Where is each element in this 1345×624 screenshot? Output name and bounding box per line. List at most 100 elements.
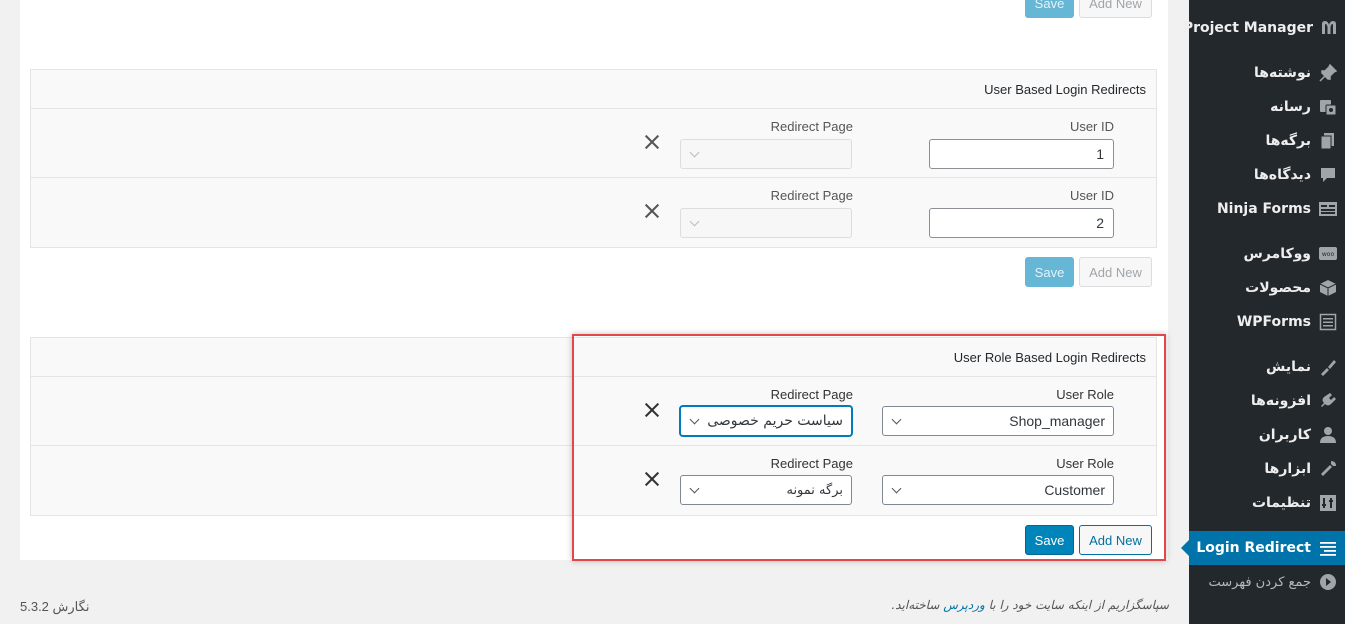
user-role-select[interactable]: Shop_manager	[882, 406, 1114, 436]
ninja-forms-icon	[1317, 198, 1339, 220]
footer-thanks: سپاسگزاریم از اینکه سایت خود را با وردپر…	[891, 598, 1169, 612]
redirect-page-select[interactable]: برگه نمونه	[680, 475, 852, 505]
sidebar-item-wpforms[interactable]: WPForms	[1189, 305, 1345, 339]
pages-icon	[1317, 130, 1339, 152]
remove-row-icon[interactable]	[643, 401, 661, 419]
sidebar-item-ninja-forms[interactable]: Ninja Forms	[1189, 192, 1345, 226]
sidebar-item-project-manager[interactable]: Project Manager	[1183, 11, 1345, 45]
current-menu-indicator	[1181, 540, 1189, 556]
project-manager-icon	[1319, 17, 1339, 39]
user-id-label: User ID	[1069, 119, 1114, 134]
sidebar-item-label: دیدگاه‌ها	[1253, 167, 1311, 183]
sidebar-item-label: افزونه‌ها	[1250, 393, 1311, 409]
sidebar-item-label: Project Manager	[1182, 20, 1313, 36]
sidebar-item-label: ابزارها	[1264, 461, 1311, 477]
sidebar-item-label: ووکامرس	[1243, 246, 1312, 262]
user-id-input[interactable]: 1	[929, 139, 1114, 169]
sidebar-item-label: Ninja Forms	[1216, 201, 1311, 217]
comments-icon	[1317, 164, 1339, 186]
wp-version: نگارش 5.3.2	[20, 599, 90, 614]
sidebar-item-products[interactable]: محصولات	[1189, 271, 1345, 305]
chevron-down-icon	[891, 483, 902, 493]
collapse-icon	[1317, 571, 1339, 593]
top-add-new-button[interactable]: Add New	[1079, 0, 1152, 18]
products-icon	[1317, 277, 1339, 299]
user-role-value: Customer	[1044, 482, 1105, 498]
user-redirect-row: User ID 1 Redirect Page	[31, 109, 1156, 178]
sidebar-item-label: نمایش	[1266, 359, 1311, 375]
media-icon	[1317, 96, 1339, 118]
redirect-page-select[interactable]: سیاست حریم خصوصی	[680, 406, 852, 436]
section-title: User Role Based Login Redirects	[31, 338, 1156, 377]
role-redirect-row: User Role Shop_manager Redirect Page سیا…	[31, 377, 1156, 446]
user-role-label: User Role	[1056, 456, 1114, 471]
sidebar-item-login-redirect[interactable]: Login Redirect	[1181, 531, 1345, 565]
sidebar-item-label: نوشته‌ها	[1254, 65, 1311, 81]
redirect-page-select[interactable]	[680, 139, 852, 169]
chevron-down-icon	[891, 414, 902, 424]
redirect-page-label: Redirect Page	[770, 119, 853, 134]
chevron-down-icon	[689, 414, 700, 424]
sidebar-item-label: برگه‌ها	[1265, 133, 1311, 149]
sidebar-item-plugins[interactable]: افزونه‌ها	[1189, 384, 1345, 418]
redirect-page-select[interactable]	[680, 208, 852, 238]
login-redirect-icon	[1317, 537, 1339, 559]
sidebar-item-collapse-menu[interactable]: جمع کردن فهرست	[1189, 565, 1345, 599]
user-id-label: User ID	[1069, 188, 1114, 203]
user-redirect-row: User ID 2 Redirect Page	[31, 178, 1156, 247]
user-add-new-button[interactable]: Add New	[1079, 257, 1152, 287]
settings-icon	[1317, 492, 1339, 514]
appearance-icon	[1317, 356, 1339, 378]
section-title: User Based Login Redirects	[31, 70, 1156, 109]
user-role-select[interactable]: Customer	[882, 475, 1114, 505]
sidebar-item-pages[interactable]: برگه‌ها	[1189, 124, 1345, 158]
sidebar-item-posts[interactable]: نوشته‌ها	[1189, 56, 1345, 90]
user-role-label: User Role	[1056, 387, 1114, 402]
sidebar-item-label: جمع کردن فهرست	[1208, 574, 1311, 590]
remove-row-icon[interactable]	[643, 133, 661, 151]
redirect-page-label: Redirect Page	[770, 188, 853, 203]
plugins-icon	[1317, 390, 1339, 412]
redirect-page-label: Redirect Page	[770, 387, 853, 402]
chevron-down-icon	[689, 483, 700, 493]
wordpress-link[interactable]: وردپرس	[943, 598, 985, 612]
sidebar-item-users[interactable]: کاربران	[1189, 418, 1345, 452]
wpforms-icon	[1317, 311, 1339, 333]
sidebar-item-media[interactable]: رسانه	[1189, 90, 1345, 124]
sidebar-item-tools[interactable]: ابزارها	[1189, 452, 1345, 486]
footer-thanks-text: سپاسگزاریم از اینکه سایت خود را با	[988, 598, 1169, 612]
role-add-new-button[interactable]: Add New	[1079, 525, 1152, 555]
sidebar-item-comments[interactable]: دیدگاه‌ها	[1189, 158, 1345, 192]
user-save-button[interactable]: Save	[1025, 257, 1074, 287]
footer-thanks-suffix: ساخته‌اید.	[891, 598, 940, 612]
tools-icon	[1317, 458, 1339, 480]
woocommerce-icon: woo	[1317, 243, 1339, 265]
remove-row-icon[interactable]	[643, 202, 661, 220]
admin-sidebar: Project Manager نوشته‌ها رسانه برگه‌ها د…	[1181, 0, 1345, 624]
svg-text:woo: woo	[1322, 251, 1335, 258]
role-redirect-row: User Role Customer Redirect Page برگه نم…	[31, 446, 1156, 515]
role-save-button[interactable]: Save	[1025, 525, 1074, 555]
user-redirects-section: User Based Login Redirects User ID 1 Red…	[30, 69, 1157, 248]
sidebar-item-label: کاربران	[1258, 427, 1311, 443]
main-panel: Save Add New User Based Login Redirects …	[20, 0, 1168, 560]
sidebar-item-label: تنظیمات	[1251, 495, 1311, 511]
chevron-down-icon	[689, 147, 700, 157]
redirect-page-value: برگه نمونه	[786, 482, 843, 498]
user-role-value: Shop_manager	[1009, 413, 1105, 429]
redirect-page-value: سیاست حریم خصوصی	[707, 413, 843, 429]
sidebar-item-woocommerce[interactable]: woo ووکامرس	[1189, 237, 1345, 271]
users-icon	[1317, 424, 1339, 446]
sidebar-item-label: WPForms	[1236, 314, 1311, 330]
top-save-button[interactable]: Save	[1025, 0, 1074, 18]
sidebar-item-settings[interactable]: تنظیمات	[1189, 486, 1345, 520]
user-id-input[interactable]: 2	[929, 208, 1114, 238]
pin-icon	[1317, 62, 1339, 84]
role-redirects-section: User Role Based Login Redirects User Rol…	[30, 337, 1157, 516]
sidebar-item-appearance[interactable]: نمایش	[1189, 350, 1345, 384]
remove-row-icon[interactable]	[643, 470, 661, 488]
sidebar-item-label: رسانه	[1270, 99, 1311, 115]
sidebar-item-label: محصولات	[1245, 280, 1311, 296]
chevron-down-icon	[689, 216, 700, 226]
redirect-page-label: Redirect Page	[770, 456, 853, 471]
